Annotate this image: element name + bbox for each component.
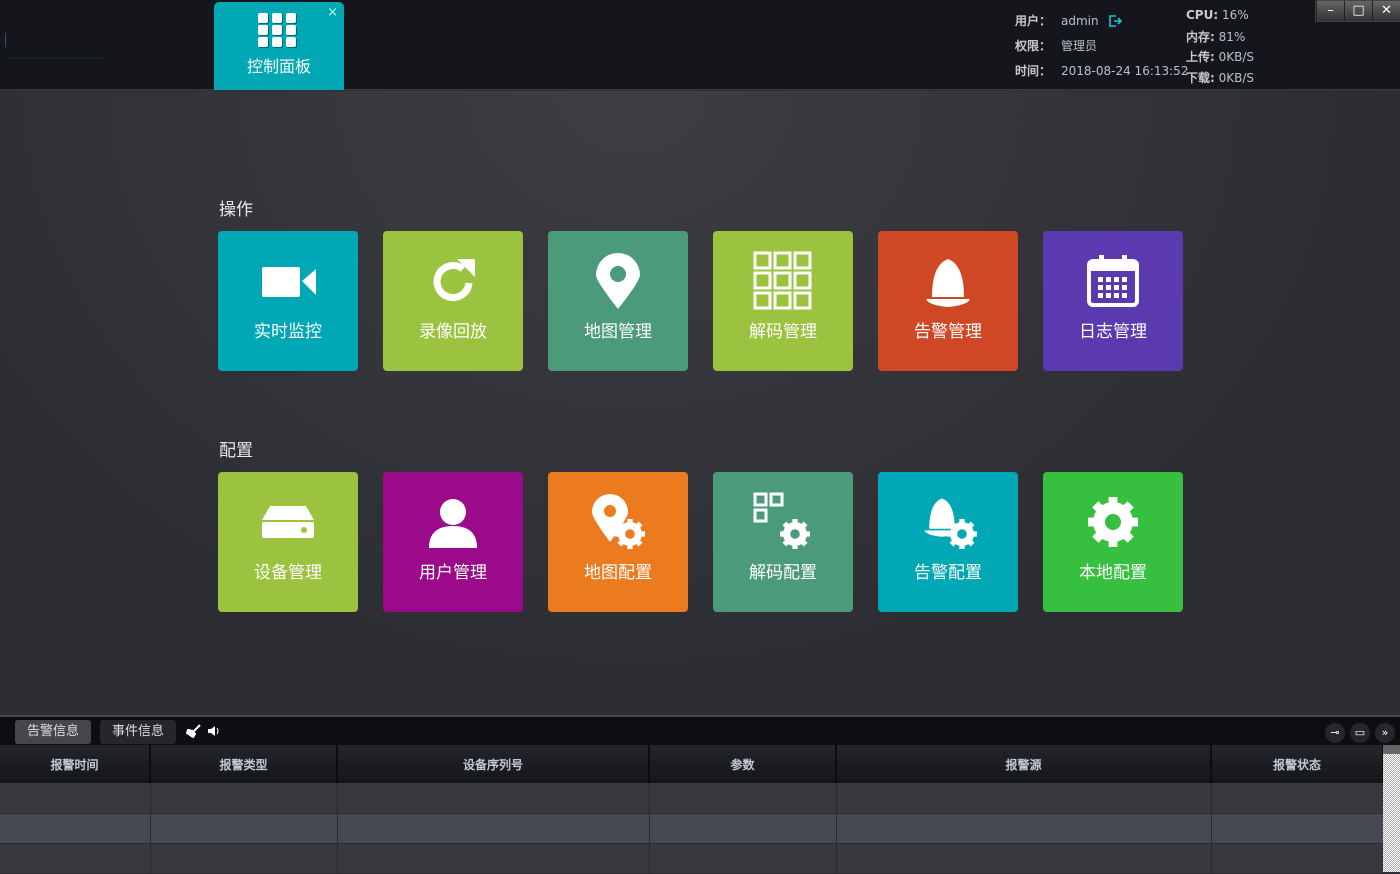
logo-underline [6,58,104,59]
perm-label: 权限： [1015,39,1052,53]
section-title-operations: 操作 [219,200,253,220]
tile-label: 本地配置 [1079,563,1147,583]
tile-map-pin[interactable]: 地图管理 [548,231,688,371]
col-alarm-status[interactable]: 报警状态 [1211,745,1384,783]
cpu-value: 16% [1221,8,1249,22]
tile-label: 设备管理 [254,563,322,583]
tile-label: 告警配置 [914,563,982,583]
clear-broom-icon[interactable] [186,724,202,738]
close-window-button[interactable]: ✕ [1372,1,1400,21]
tab-control-panel[interactable]: 控制面板 × [214,2,344,90]
logout-icon[interactable] [1108,14,1123,28]
up-label: 上传: [1186,50,1215,64]
control-panel: 操作 配置 实时监控 录像回放 地图管理 解码管理 告警管理 日志管理设备管理 用户管理 地图… [0,91,1400,715]
restore-panel-icon[interactable]: ▭ [1350,723,1370,743]
tab-event-info[interactable]: 事件信息 [100,720,177,744]
table-row[interactable] [0,783,1384,814]
tile-video-camera[interactable]: 实时监控 [218,231,358,371]
section-title-config: 配置 [219,441,253,461]
tile-map-gear[interactable]: 地图配置 [548,472,688,612]
maximize-button[interactable]: □ [1344,1,1372,21]
up-value: 0KB/S [1218,50,1255,64]
device-icon [262,506,314,538]
tile-label: 告警管理 [914,322,982,342]
tile-label: 地图配置 [584,563,652,583]
tile-replay[interactable]: 录像回放 [383,231,523,371]
close-tab-icon[interactable]: × [327,5,338,20]
col-alarm-source[interactable]: 报警源 [836,745,1212,783]
tab-label: 控制面板 [246,57,311,76]
tile-alarm-gear[interactable]: 告警配置 [878,472,1018,612]
collapse-icon[interactable]: » [1375,723,1395,743]
apps-grid-icon [258,13,298,47]
download-stat: 下载: 0KB/S [1186,69,1254,86]
user-icon [429,499,477,548]
time-info: 时间： 2018-08-24 16:13:52 [1015,62,1188,79]
mem-stat: 内存: 81% [1186,28,1245,45]
grid-icon [753,251,812,310]
tile-label: 解码配置 [749,563,817,583]
down-label: 下载: [1186,71,1215,85]
replay-icon [433,259,475,302]
mem-label: 内存: [1186,30,1215,44]
user-label: 用户： [1015,14,1052,28]
user-info: 用户： admin [1015,12,1123,29]
scrollbar-thumb[interactable] [1383,754,1400,872]
alarm-bell-icon [926,259,970,307]
tile-label: 日志管理 [1079,322,1147,342]
tile-label: 地图管理 [584,322,652,342]
map-gear-icon [592,494,645,549]
tile-label: 用户管理 [419,563,487,583]
tile-label: 录像回放 [419,322,487,342]
tile-grid[interactable]: 解码管理 [713,231,853,371]
alarm-table: 报警时间 报警类型 设备序列号 参数 报警源 报警状态 [0,745,1384,874]
grid-gear-icon [753,492,810,549]
tile-gear[interactable]: 本地配置 [1043,472,1183,612]
gear-icon [1088,497,1138,547]
minimize-button[interactable]: – [1316,1,1344,21]
logo [5,33,6,47]
table-row[interactable] [0,813,1384,844]
scrollbar[interactable] [1383,745,1400,872]
upload-stat: 上传: 0KB/S [1186,48,1254,65]
username: admin [1061,14,1099,28]
tile-grid-gear[interactable]: 解码配置 [713,472,853,612]
top-bar: 控制面板 × 用户： admin 权限： 管理员 时间： 2018-08-24 16:… [0,0,1400,90]
map-pin-icon [596,253,640,309]
col-params[interactable]: 参数 [649,745,837,783]
down-value: 0KB/S [1218,71,1255,85]
calendar-icon [1087,255,1139,307]
permission-info: 权限： 管理员 [1015,37,1097,54]
window-controls: – □ ✕ [1315,0,1400,22]
mem-value: 81% [1218,30,1246,44]
alarm-gear-icon [924,498,977,549]
col-alarm-type[interactable]: 报警类型 [150,745,338,783]
col-device-serial[interactable]: 设备序列号 [337,745,650,783]
current-time: 2018-08-24 16:13:52 [1061,64,1189,78]
pin-icon[interactable]: ⊸ [1325,723,1345,743]
tile-alarm-bell[interactable]: 告警管理 [878,231,1018,371]
alarm-panel: 告警信息 事件信息 ⊸ ▭ » 报警时间 报警类型 设备序列号 参数 报警源 报… [0,715,1400,874]
tile-label: 解码管理 [749,322,817,342]
table-row[interactable] [0,843,1384,874]
tile-device[interactable]: 设备管理 [218,472,358,612]
tile-label: 实时监控 [254,322,322,342]
permission: 管理员 [1061,39,1098,53]
col-alarm-time[interactable]: 报警时间 [0,745,151,783]
tile-user[interactable]: 用户管理 [383,472,523,612]
sound-icon[interactable] [207,724,221,738]
tile-calendar[interactable]: 日志管理 [1043,231,1183,371]
video-camera-icon [262,267,316,297]
tab-alarm-info[interactable]: 告警信息 [15,720,92,744]
time-label: 时间： [1015,64,1052,78]
cpu-stat: CPU: 16% [1186,8,1249,22]
cpu-label: CPU: [1186,8,1219,22]
